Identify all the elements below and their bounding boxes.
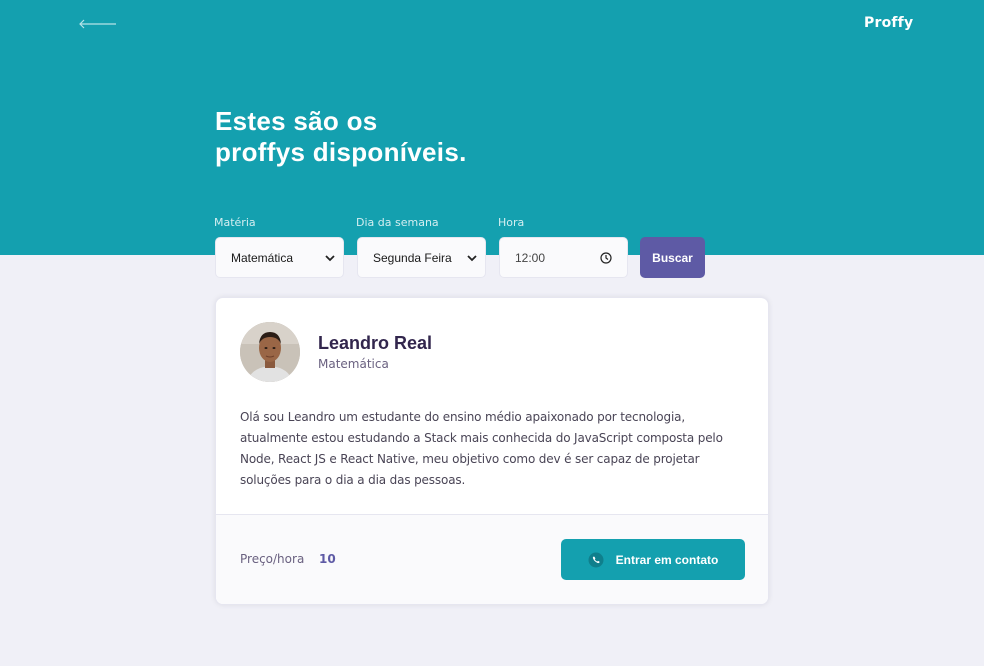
teacher-photo (240, 322, 300, 382)
teacher-subject: Matemática (318, 357, 389, 371)
weekday-select[interactable]: Segunda Feira (357, 237, 486, 278)
whatsapp-icon (588, 552, 604, 567)
chevron-down-icon (467, 254, 477, 261)
page-title-line-2: proffys disponíveis. (215, 137, 467, 167)
card-footer: Preço/hora 10 Entrar em contato (216, 514, 768, 604)
price-value: 10 (319, 552, 336, 566)
time-input[interactable]: 12:00 (499, 237, 628, 278)
weekday-label: Dia da semana (356, 216, 439, 229)
page-title-line-1: Estes são os (215, 106, 378, 136)
clock-icon[interactable] (600, 251, 612, 264)
arrow-left-icon (79, 19, 116, 29)
subject-select-value: Matemática (231, 250, 294, 265)
search-button[interactable]: Buscar (640, 237, 705, 278)
teacher-bio: Olá sou Leandro um estudante do ensino m… (240, 410, 723, 487)
price-label: Preço/hora (240, 552, 305, 566)
proffy-logo: Proffy (864, 15, 914, 31)
contact-button-label: Entrar em contato (615, 552, 719, 567)
time-label: Hora (498, 216, 525, 229)
teacher-card: Leandro Real Matemática Olá sou Leandro … (215, 297, 769, 605)
chevron-down-icon (325, 254, 335, 261)
back-button[interactable] (78, 14, 118, 34)
contact-button[interactable]: Entrar em contato (561, 539, 745, 580)
subject-select[interactable]: Matemática (215, 237, 344, 278)
subject-label: Matéria (214, 216, 256, 229)
time-input-value: 12:00 (515, 250, 546, 265)
top-bar: Proffy (0, 0, 984, 48)
page-title: Estes são os proffys disponíveis. (215, 106, 467, 168)
avatar (240, 322, 300, 382)
weekday-select-value: Segunda Feira (373, 250, 452, 265)
teacher-name: Leandro Real (318, 333, 433, 353)
